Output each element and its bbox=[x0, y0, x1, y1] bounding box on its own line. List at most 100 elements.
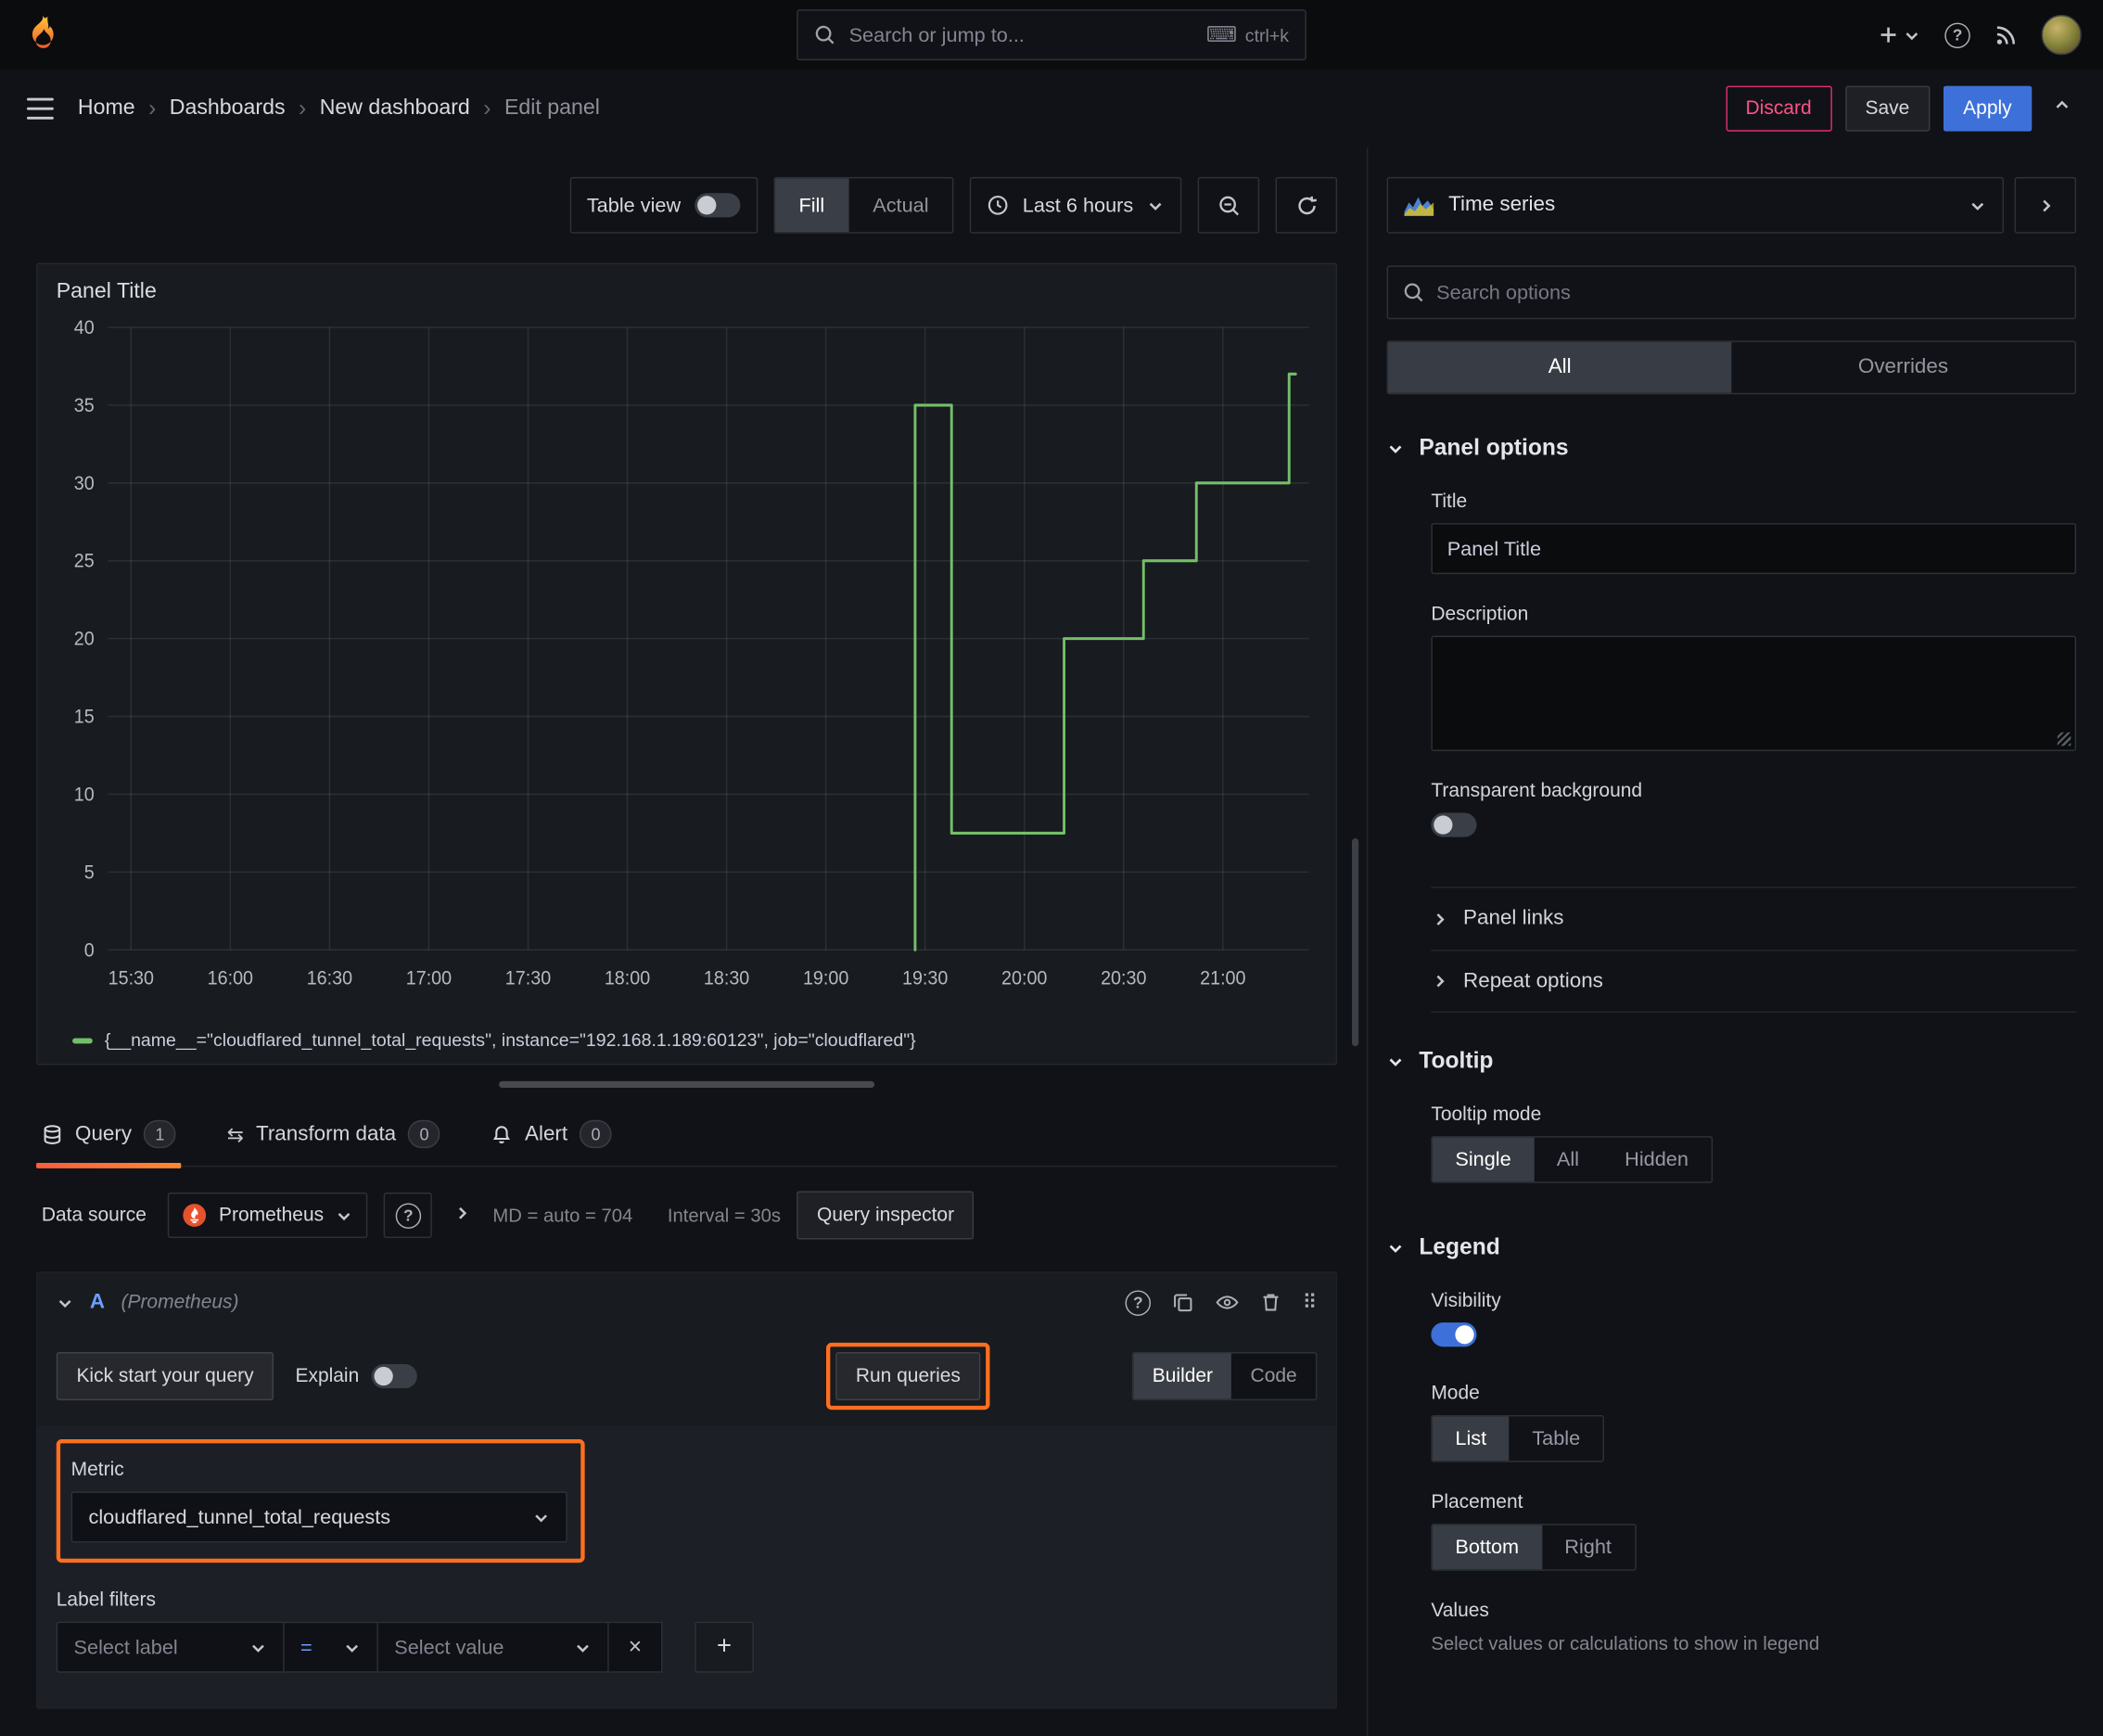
panel-resize-handle[interactable] bbox=[499, 1080, 875, 1089]
grafana-logo[interactable] bbox=[21, 12, 64, 57]
breadcrumb-dashboards[interactable]: Dashboards bbox=[170, 96, 286, 121]
actual-option[interactable]: Actual bbox=[848, 178, 952, 232]
datasource-help-button[interactable]: ? bbox=[384, 1192, 433, 1239]
select-label-placeholder: Select label bbox=[73, 1635, 178, 1659]
svg-text:25: 25 bbox=[74, 551, 95, 572]
kick-start-button[interactable]: Kick start your query bbox=[56, 1352, 274, 1401]
legend-placement-group: Bottom Right bbox=[1431, 1524, 1637, 1571]
menu-toggle[interactable] bbox=[24, 96, 57, 122]
panel-title-input[interactable] bbox=[1431, 523, 2077, 575]
operator-dropdown[interactable]: = bbox=[284, 1621, 378, 1673]
metric-highlight: Metric cloudflared_tunnel_total_requests bbox=[56, 1439, 585, 1564]
datasource-picker[interactable]: Prometheus bbox=[168, 1192, 368, 1239]
apply-button[interactable]: Apply bbox=[1943, 85, 2033, 132]
add-filter-button[interactable]: + bbox=[695, 1621, 754, 1673]
plus-icon: + bbox=[717, 1632, 733, 1661]
chevron-down-icon bbox=[338, 1212, 350, 1220]
options-search[interactable] bbox=[1386, 265, 2077, 320]
chevron-down-icon[interactable] bbox=[57, 1294, 74, 1311]
select-value-dropdown[interactable]: Select value bbox=[377, 1621, 609, 1673]
time-range-picker[interactable]: Last 6 hours bbox=[970, 176, 1182, 234]
select-label-dropdown[interactable]: Select label bbox=[56, 1621, 285, 1673]
mode-table-option[interactable]: Table bbox=[1510, 1416, 1603, 1461]
user-avatar[interactable] bbox=[2041, 14, 2082, 56]
news-button[interactable] bbox=[1995, 23, 2018, 46]
run-queries-button[interactable]: Run queries bbox=[835, 1352, 981, 1401]
legend-visibility-toggle[interactable] bbox=[1431, 1322, 1477, 1347]
tab-transform[interactable]: ⇆ Transform data 0 bbox=[222, 1106, 446, 1166]
tooltip-mode-group: Single All Hidden bbox=[1431, 1136, 1713, 1183]
fill-option[interactable]: Fill bbox=[774, 178, 849, 233]
options-search-input[interactable] bbox=[1436, 281, 2060, 304]
discard-button[interactable]: Discard bbox=[1725, 85, 1832, 132]
prometheus-icon bbox=[183, 1204, 207, 1227]
explain-control: Explain bbox=[295, 1364, 417, 1389]
tab-alert[interactable]: Alert 0 bbox=[486, 1106, 618, 1166]
explain-label: Explain bbox=[295, 1365, 360, 1387]
panel-view-toolbar: Table view Fill Actual Last 6 hours bbox=[36, 176, 1338, 234]
duplicate-icon[interactable] bbox=[1172, 1292, 1193, 1313]
title-label: Title bbox=[1431, 491, 1468, 513]
chevron-down-icon bbox=[1389, 444, 1402, 453]
mode-list-option[interactable]: List bbox=[1432, 1416, 1510, 1462]
svg-text:16:30: 16:30 bbox=[307, 968, 352, 989]
tooltip-all-option[interactable]: All bbox=[1534, 1138, 1601, 1182]
query-options-expander[interactable] bbox=[449, 1204, 477, 1227]
toggle-viz-picker-button[interactable] bbox=[2014, 176, 2077, 234]
svg-text:20:00: 20:00 bbox=[1001, 968, 1047, 989]
refresh-button[interactable] bbox=[1275, 176, 1338, 234]
chart-area[interactable]: 15:30 16:00 16:30 17:00 17:30 18:00 18:30 19:00… bbox=[54, 307, 1319, 1025]
chevron-up-icon bbox=[2056, 100, 2069, 108]
visualization-picker[interactable]: Time series bbox=[1386, 176, 2004, 234]
run-queries-highlight: Run queries bbox=[826, 1342, 990, 1410]
placement-right-option[interactable]: Right bbox=[1542, 1525, 1635, 1570]
tooltip-mode-label: Tooltip mode bbox=[1431, 1104, 1542, 1126]
zoom-out-button[interactable] bbox=[1197, 176, 1260, 234]
section-panel-options[interactable]: Panel options bbox=[1387, 435, 2076, 462]
help-icon[interactable]: ? bbox=[1125, 1289, 1152, 1316]
chevron-down-icon bbox=[1149, 202, 1162, 211]
drag-grip-icon[interactable]: ⠿ bbox=[1302, 1290, 1317, 1315]
help-button[interactable]: ? bbox=[1944, 21, 1970, 48]
new-menu-button[interactable] bbox=[1878, 24, 1920, 45]
tab-overrides[interactable]: Overrides bbox=[1731, 342, 2074, 393]
scrollbar[interactable] bbox=[1352, 838, 1359, 1047]
section-legend[interactable]: Legend bbox=[1387, 1234, 2076, 1261]
save-button[interactable]: Save bbox=[1844, 85, 1931, 132]
table-view-control[interactable]: Table view bbox=[569, 176, 758, 234]
label-filters-label: Label filters bbox=[56, 1589, 157, 1612]
builder-option[interactable]: Builder bbox=[1133, 1353, 1232, 1399]
query-inspector-button[interactable]: Query inspector bbox=[797, 1191, 975, 1240]
svg-text:40: 40 bbox=[74, 317, 95, 338]
repeat-options-section[interactable]: Repeat options bbox=[1431, 950, 2077, 1014]
tab-query[interactable]: Query 1 bbox=[36, 1106, 182, 1168]
query-ref-id[interactable]: A bbox=[90, 1290, 105, 1314]
tooltip-single-option[interactable]: Single bbox=[1432, 1137, 1535, 1182]
code-option[interactable]: Code bbox=[1231, 1353, 1316, 1398]
description-textarea[interactable] bbox=[1431, 635, 2077, 752]
tooltip-hidden-option[interactable]: Hidden bbox=[1602, 1138, 1712, 1182]
hide-response-eye-icon[interactable] bbox=[1215, 1292, 1239, 1313]
explain-toggle[interactable] bbox=[371, 1364, 417, 1389]
section-tooltip[interactable]: Tooltip bbox=[1387, 1048, 2076, 1075]
breadcrumb-edit-panel: Edit panel bbox=[503, 96, 600, 120]
breadcrumb-new-dashboard[interactable]: New dashboard bbox=[320, 96, 470, 121]
query-row-header[interactable]: A (Prometheus) ? ⠿ bbox=[38, 1273, 1336, 1333]
breadcrumb-home[interactable]: Home bbox=[78, 96, 135, 121]
metric-select[interactable]: cloudflared_tunnel_total_requests bbox=[70, 1491, 567, 1543]
legend-mode-group: List Table bbox=[1431, 1414, 1605, 1462]
collapse-header-button[interactable] bbox=[2046, 91, 2079, 126]
timeseries-chart: 15:30 16:00 16:30 17:00 17:30 18:00 18:30 19:00… bbox=[74, 317, 1309, 989]
transparent-bg-toggle[interactable] bbox=[1431, 812, 1477, 837]
remove-filter-button[interactable]: × bbox=[608, 1621, 663, 1673]
chart-legend[interactable]: {__name__="cloudflared_tunnel_total_requ… bbox=[54, 1025, 1319, 1055]
legend-series-label[interactable]: {__name__="cloudflared_tunnel_total_requ… bbox=[105, 1030, 916, 1051]
tab-all[interactable]: All bbox=[1388, 341, 1732, 393]
chevron-right-icon bbox=[2042, 198, 2050, 211]
datasource-label: Data source bbox=[41, 1204, 147, 1227]
table-view-toggle[interactable] bbox=[694, 193, 740, 218]
global-search-bar[interactable]: Search or jump to... ⌨ ctrl+k bbox=[797, 9, 1306, 61]
placement-bottom-option[interactable]: Bottom bbox=[1432, 1525, 1542, 1570]
trash-icon[interactable] bbox=[1261, 1292, 1281, 1313]
panel-links-section[interactable]: Panel links bbox=[1431, 887, 2077, 950]
